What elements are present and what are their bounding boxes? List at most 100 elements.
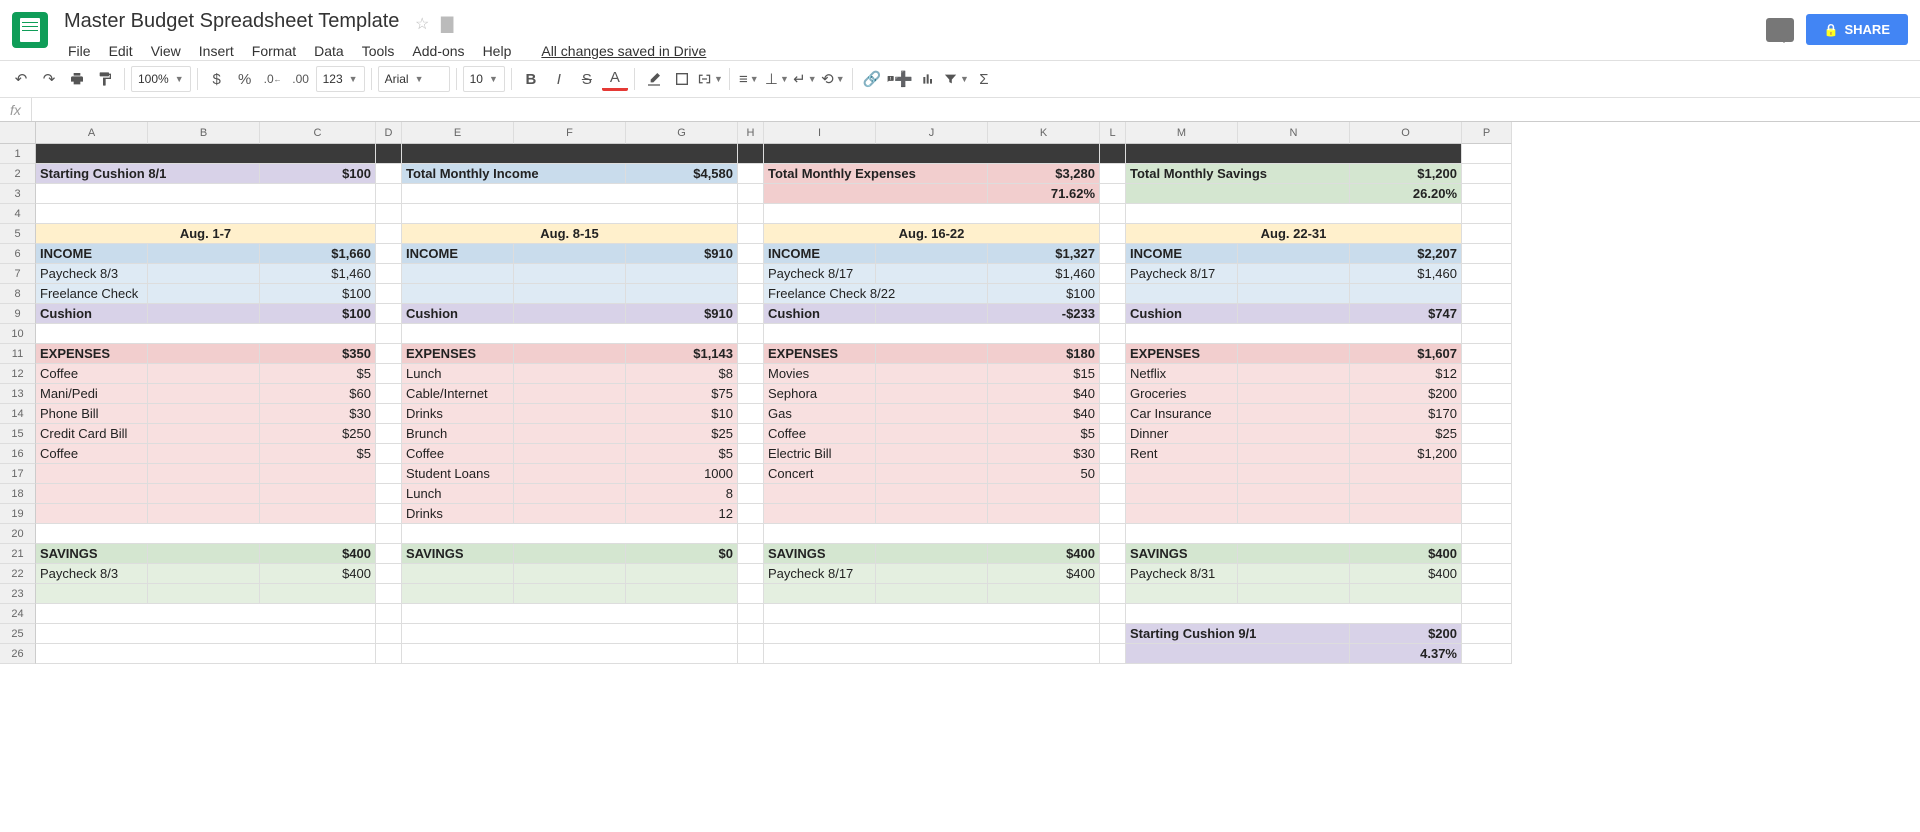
cell[interactable] (1462, 544, 1512, 564)
cell[interactable] (1100, 524, 1126, 544)
cell[interactable]: Car Insurance (1126, 404, 1238, 424)
bold-icon[interactable]: B (518, 66, 544, 92)
col-P[interactable]: P (1462, 122, 1512, 144)
cell[interactable]: Groceries (1126, 384, 1238, 404)
cell[interactable] (260, 584, 376, 604)
cell[interactable]: Mani/Pedi (36, 384, 148, 404)
col-D[interactable]: D (376, 122, 402, 144)
cell[interactable]: Phone Bill (36, 404, 148, 424)
cell[interactable]: $10 (626, 404, 738, 424)
row-10[interactable]: 10 (0, 324, 36, 344)
cell[interactable] (376, 624, 402, 644)
cell[interactable] (1462, 184, 1512, 204)
cell[interactable] (764, 184, 988, 204)
col-K[interactable]: K (988, 122, 1100, 144)
redo-icon[interactable]: ↷ (36, 66, 62, 92)
cell[interactable]: -$233 (988, 304, 1100, 324)
cell[interactable]: Freelance Check (36, 284, 148, 304)
cell[interactable]: $75 (626, 384, 738, 404)
paint-format-icon[interactable] (92, 66, 118, 92)
share-button[interactable]: SHARE (1806, 14, 1908, 45)
cell[interactable] (1100, 564, 1126, 584)
cell[interactable] (1100, 324, 1126, 344)
cell[interactable]: Aug. 16-22 (764, 224, 1100, 244)
cell[interactable]: $100 (260, 304, 376, 324)
row-19[interactable]: 19 (0, 504, 36, 524)
strike-icon[interactable]: S (574, 66, 600, 92)
cell[interactable]: SAVINGS (764, 544, 876, 564)
cell[interactable] (738, 404, 764, 424)
cell[interactable] (1462, 524, 1512, 544)
cell[interactable] (1100, 584, 1126, 604)
cell[interactable]: Cable/Internet (402, 384, 514, 404)
cell[interactable]: Aug. 8-15 (402, 224, 738, 244)
increase-decimal-icon[interactable]: .00 (288, 66, 314, 92)
cell[interactable] (376, 344, 402, 364)
cell[interactable] (36, 184, 376, 204)
cell[interactable] (764, 604, 1100, 624)
cell[interactable] (764, 324, 1100, 344)
cell[interactable] (738, 584, 764, 604)
cell[interactable] (764, 204, 1100, 224)
cell[interactable] (988, 584, 1100, 604)
cell[interactable] (514, 464, 626, 484)
row-21[interactable]: 21 (0, 544, 36, 564)
cell[interactable]: $910 (626, 244, 738, 264)
cell[interactable] (148, 364, 260, 384)
menu-format[interactable]: Format (244, 39, 304, 63)
font-select[interactable]: Arial▼ (378, 66, 450, 92)
menu-view[interactable]: View (143, 39, 189, 63)
fx-icon[interactable]: fx (0, 102, 31, 118)
cell[interactable] (1350, 464, 1462, 484)
cell[interactable]: $400 (1350, 564, 1462, 584)
cell[interactable] (764, 624, 1100, 644)
cell[interactable] (514, 504, 626, 524)
cell[interactable]: INCOME (764, 244, 876, 264)
row-6[interactable]: 6 (0, 244, 36, 264)
cell[interactable] (402, 584, 514, 604)
cell[interactable] (36, 524, 376, 544)
cell[interactable] (36, 624, 376, 644)
font-size-select[interactable]: 10▼ (463, 66, 505, 92)
cell[interactable] (738, 284, 764, 304)
cell[interactable] (1238, 404, 1350, 424)
row-20[interactable]: 20 (0, 524, 36, 544)
cell[interactable] (148, 264, 260, 284)
row-14[interactable]: 14 (0, 404, 36, 424)
cell[interactable]: Cushion (1126, 304, 1238, 324)
cell[interactable] (402, 624, 738, 644)
cell[interactable] (514, 384, 626, 404)
cell[interactable]: $1,607 (1350, 344, 1462, 364)
cell[interactable] (1100, 384, 1126, 404)
cell[interactable] (764, 644, 1100, 664)
cell[interactable] (514, 584, 626, 604)
cell[interactable] (148, 564, 260, 584)
cell[interactable] (738, 244, 764, 264)
cell[interactable] (1462, 344, 1512, 364)
cell[interactable]: $400 (1350, 544, 1462, 564)
col-F[interactable]: F (514, 122, 626, 144)
cell[interactable] (402, 284, 514, 304)
select-all-corner[interactable] (0, 122, 36, 144)
cell[interactable] (376, 324, 402, 344)
cell[interactable] (376, 424, 402, 444)
cell[interactable] (1100, 144, 1126, 164)
cell[interactable] (148, 584, 260, 604)
merge-icon[interactable]: ▼ (697, 66, 723, 92)
cell[interactable] (402, 564, 514, 584)
cell[interactable] (260, 464, 376, 484)
cell[interactable] (876, 484, 988, 504)
cell[interactable]: 1000 (626, 464, 738, 484)
cell[interactable]: $5 (260, 444, 376, 464)
cell[interactable]: Coffee (764, 424, 876, 444)
cell[interactable]: Lunch (402, 484, 514, 504)
cell[interactable] (738, 344, 764, 364)
row-24[interactable]: 24 (0, 604, 36, 624)
cell[interactable] (36, 144, 376, 164)
cell[interactable] (1462, 324, 1512, 344)
cell[interactable] (738, 224, 764, 244)
cell[interactable]: Cushion (764, 304, 876, 324)
cell[interactable] (738, 504, 764, 524)
cell[interactable]: INCOME (36, 244, 148, 264)
cell[interactable] (1238, 564, 1350, 584)
